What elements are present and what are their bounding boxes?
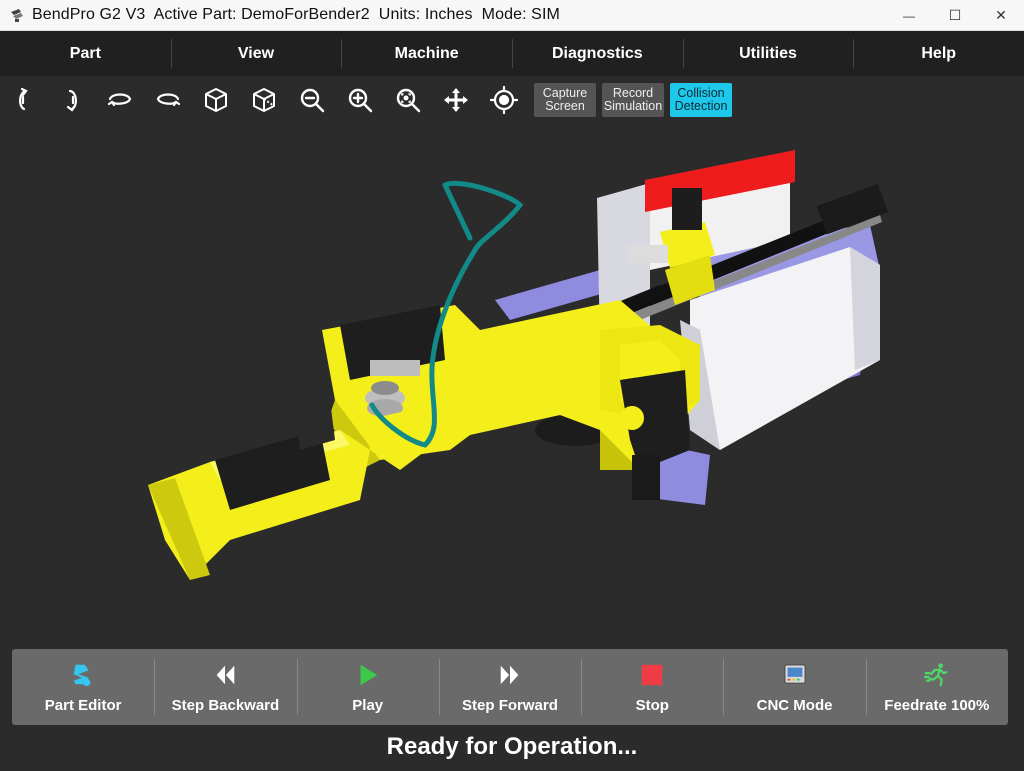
rotate-right-icon [156,93,181,107]
step-forward-label: Step Forward [462,697,558,714]
main-menu: Part View Machine Diagnostics Utilities … [0,31,1024,76]
tube-bender-3d-model[interactable] [0,116,1024,632]
minimize-button[interactable]: — [886,0,932,31]
capture-screen-label-2: Screen [545,99,585,113]
menu-diagnostics[interactable]: Diagnostics [512,31,683,76]
close-button[interactable]: ✕ [978,0,1024,31]
rotate-up-icon [19,87,28,111]
zoom-in-icon [348,88,373,113]
part-editor-label: Part Editor [44,697,122,714]
rotate-left-icon [107,93,132,107]
cnc-mode-button[interactable]: CNC Mode [723,649,865,725]
menu-view[interactable]: View [170,31,342,76]
part-editor-button[interactable]: Part Editor [12,649,154,725]
stop-icon [642,664,663,686]
app-icon [11,9,23,22]
collision-detection-label-2: Detection [674,99,728,113]
collision-detection-toggle[interactable]: Collision Detection [670,83,732,117]
zoom-fit-icon [396,88,421,113]
pan-icon [444,88,468,112]
iso-view-alt-button[interactable] [240,81,288,119]
rotate-down-button[interactable] [48,81,96,119]
iso-view-button[interactable] [192,81,240,119]
center-target-button[interactable] [480,81,528,119]
step-backward-button[interactable]: Step Backward [154,649,296,725]
running-person-icon [923,663,948,687]
cnc-monitor-icon [783,664,806,685]
control-panel: Part Editor Step Backward Play Step Forw… [0,632,1024,771]
rotate-up-button[interactable] [0,81,48,119]
iso-view-icon [205,88,227,112]
feedrate-button[interactable]: Feedrate 100% [865,649,1008,725]
menu-machine[interactable]: Machine [341,31,512,76]
stop-button[interactable]: Stop [581,649,723,725]
step-backward-label: Step Backward [171,697,280,714]
iso-view-alt-icon [253,88,275,112]
pan-button[interactable] [432,81,480,119]
part-editor-icon [73,664,91,687]
record-simulation-label-2: Simulation [603,99,663,113]
view-toolbar: Capture Screen Record Simulation Collisi… [0,81,738,119]
menu-help[interactable]: Help [853,31,1024,76]
zoom-out-button[interactable] [288,81,336,119]
maximize-button[interactable]: ☐ [932,0,978,31]
record-simulation-button[interactable]: Record Simulation [602,83,664,117]
menu-part[interactable]: Part [0,31,171,76]
title-bar: BendPro G2 V3 Active Part: DemoForBender… [0,0,1024,31]
capture-screen-button[interactable]: Capture Screen [534,83,596,117]
control-bar: Part Editor Step Backward Play Step Forw… [12,649,1008,725]
status-message: Ready for Operation... [386,733,638,760]
maximize-icon: ☐ [948,7,962,23]
minimize-icon: — [903,8,915,23]
cnc-mode-label: CNC Mode [756,697,833,714]
zoom-in-button[interactable] [336,81,384,119]
stop-label: Stop [635,697,669,714]
center-target-icon [490,86,518,114]
zoom-fit-button[interactable] [384,81,432,119]
simulation-viewport[interactable]: Capture Screen Record Simulation Collisi… [0,76,1024,632]
zoom-out-icon [300,88,325,113]
play-icon [360,664,377,686]
rotate-right-button[interactable] [144,81,192,119]
step-forward-icon [500,665,519,685]
window-title: BendPro G2 V3 Active Part: DemoForBender… [32,6,560,23]
play-button[interactable]: Play [296,649,439,725]
play-label: Play [352,697,384,714]
close-icon: ✕ [995,7,1007,23]
step-backward-icon [217,665,235,685]
feedrate-label: Feedrate 100% [884,697,990,714]
step-forward-button[interactable]: Step Forward [438,649,581,725]
rotate-left-button[interactable] [96,81,144,119]
rotate-down-icon [66,89,77,112]
menu-utilities[interactable]: Utilities [682,31,854,76]
